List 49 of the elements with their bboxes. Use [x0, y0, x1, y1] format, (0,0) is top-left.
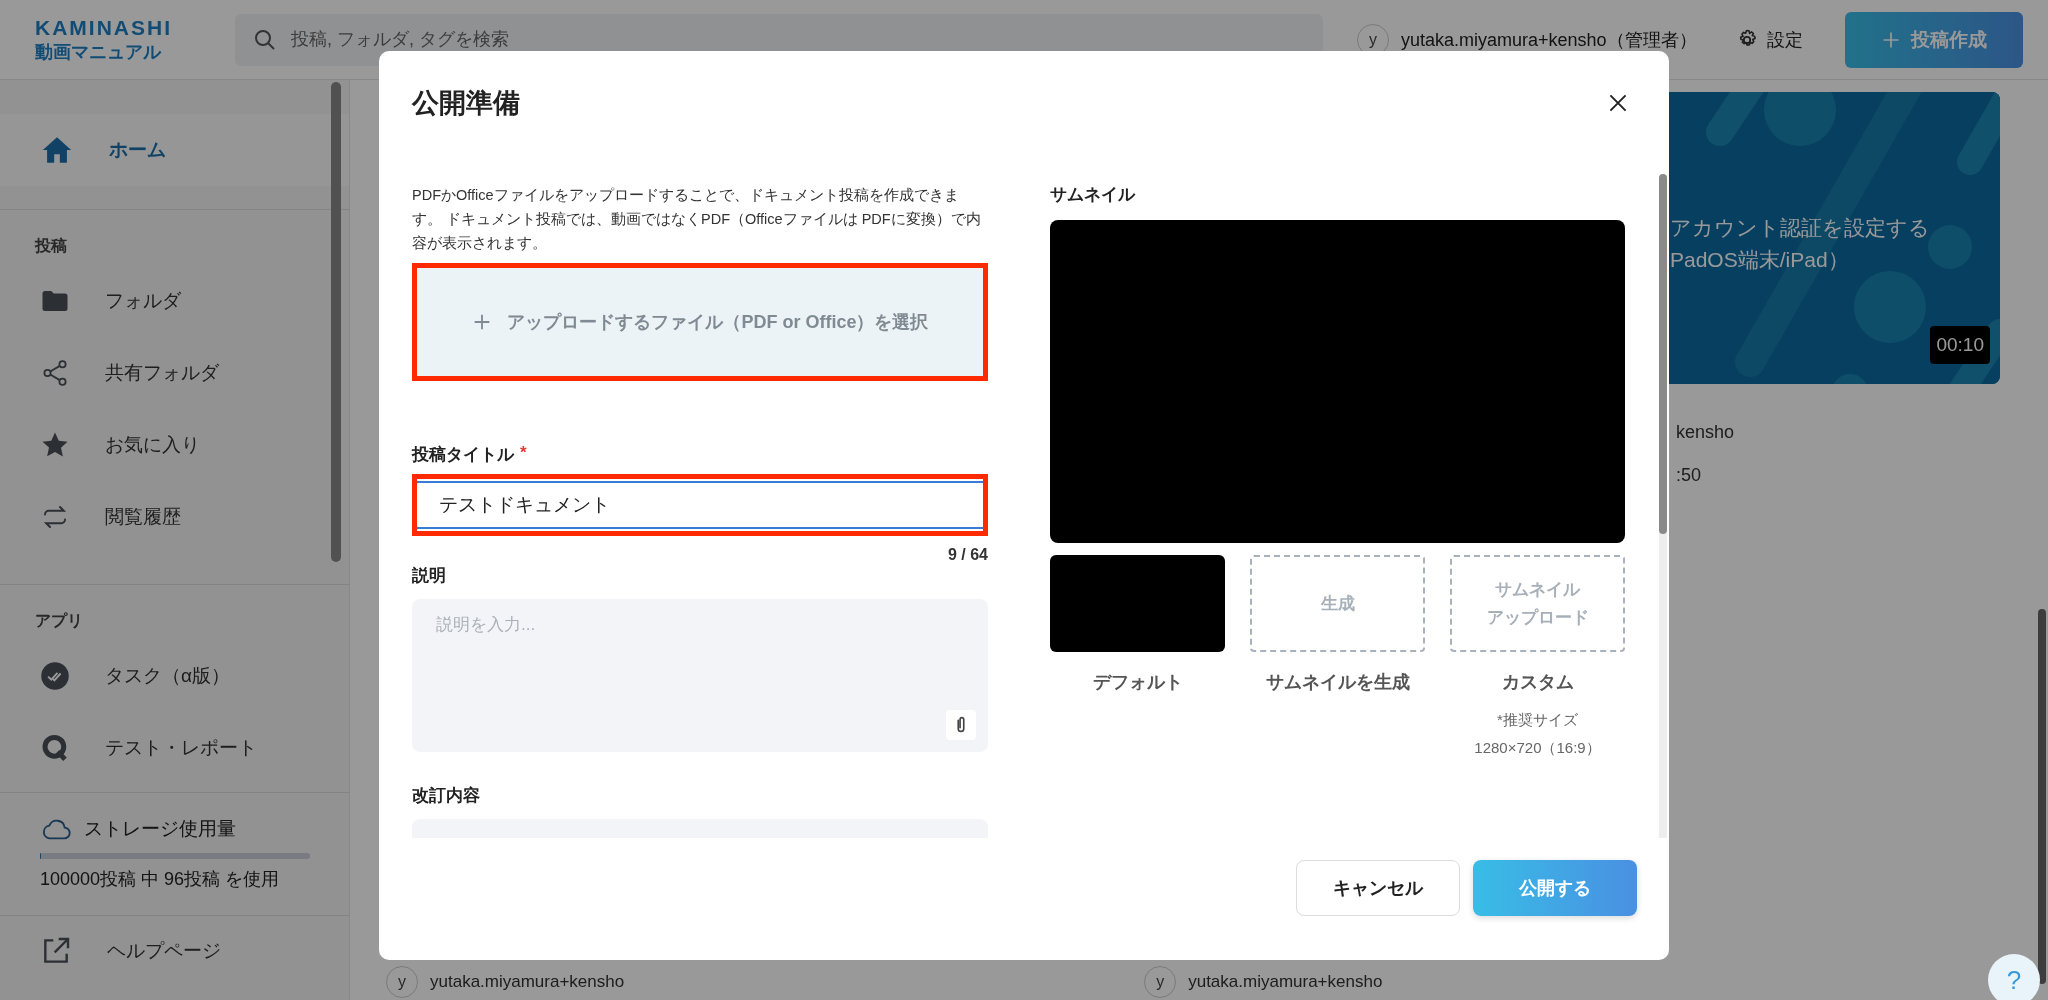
section-heading: アプリ: [34, 611, 84, 631]
post-date: :50: [1676, 465, 1703, 486]
option-caption: カスタム: [1501, 671, 1574, 694]
author-name: yutaka.miyamura+kensho: [1188, 972, 1383, 992]
character-counter: 9 / 64: [947, 546, 988, 564]
duration-badge: 00:10: [1930, 326, 1990, 364]
q-letter-icon: [40, 733, 70, 763]
upload-button[interactable]: アップロードするファイル（PDF or Office）を選択: [412, 263, 988, 381]
section-heading: 投稿: [33, 236, 68, 256]
sidebar-item[interactable]: タスク（α版）: [0, 640, 349, 712]
user-name: yutaka.miyamura+kensho（管理者）: [1401, 28, 1697, 52]
user-avatar: y: [386, 966, 418, 998]
attach-button[interactable]: [946, 710, 976, 740]
publish-button[interactable]: 公開する: [1473, 860, 1637, 916]
search-icon: [253, 27, 277, 52]
scrollbar[interactable]: [2038, 609, 2046, 984]
required-mark: *: [520, 443, 527, 464]
field-label: 投稿タイトル: [412, 444, 514, 466]
scrollbar[interactable]: [1659, 174, 1667, 838]
user-avatar: y: [1144, 966, 1177, 998]
settings-button[interactable]: 設定: [1728, 26, 1809, 53]
option-caption: サムネイルを生成: [1265, 671, 1410, 694]
sidebar-item[interactable]: ホーム: [0, 114, 349, 186]
check-circle-icon: [40, 661, 70, 691]
sidebar-item[interactable]: 共有フォルダ: [0, 337, 349, 409]
dialog-title: 公開準備: [412, 87, 520, 120]
size-note: *推奨サイズ 1280×720（16:9）: [1474, 710, 1601, 758]
sidebar-item[interactable]: ヘルプページ: [0, 915, 349, 985]
video-title: アカウント認証を設定する PadOS端末/iPad）: [1670, 215, 1930, 273]
author-name: kensho: [1676, 422, 1736, 443]
sidebar-item[interactable]: フォルダ: [0, 265, 349, 337]
sidebar-item[interactable]: テスト・レポート: [0, 712, 349, 784]
cancel-button[interactable]: キャンセル: [1296, 860, 1460, 916]
option-caption: デフォルト: [1092, 671, 1183, 694]
field-label: サムネイル: [1050, 184, 1137, 206]
storage-usage: 100000投稿 中 96投稿 を使用: [40, 868, 281, 891]
logo-subtitle: 動画マニュアル: [35, 40, 163, 64]
title-input[interactable]: テストドキュメント: [412, 474, 988, 536]
sidebar-item[interactable]: お気に入り: [0, 409, 349, 481]
intro-text: PDFかOfficeファイルをアップロードすることで、ドキュメント投稿を作成できます。 ドキュメント投稿では、動画ではなくPDF（Officeファイルは PDFに変換）で内容が表示されます。: [412, 186, 982, 253]
storage-label: ストレージ使用量: [84, 817, 236, 841]
thumbnail-option[interactable]: [1050, 555, 1225, 652]
field-label: 改訂内容: [412, 785, 481, 807]
field-label: 説明: [412, 565, 447, 587]
scrollbar[interactable]: [331, 82, 341, 562]
author-name: yutaka.miyamura+kensho: [430, 972, 625, 992]
logo-text: KAMINASHI: [35, 15, 173, 40]
sidebar-item[interactable]: 閲覧履歴: [0, 481, 349, 553]
description-field[interactable]: 説明を入力...: [412, 599, 988, 752]
